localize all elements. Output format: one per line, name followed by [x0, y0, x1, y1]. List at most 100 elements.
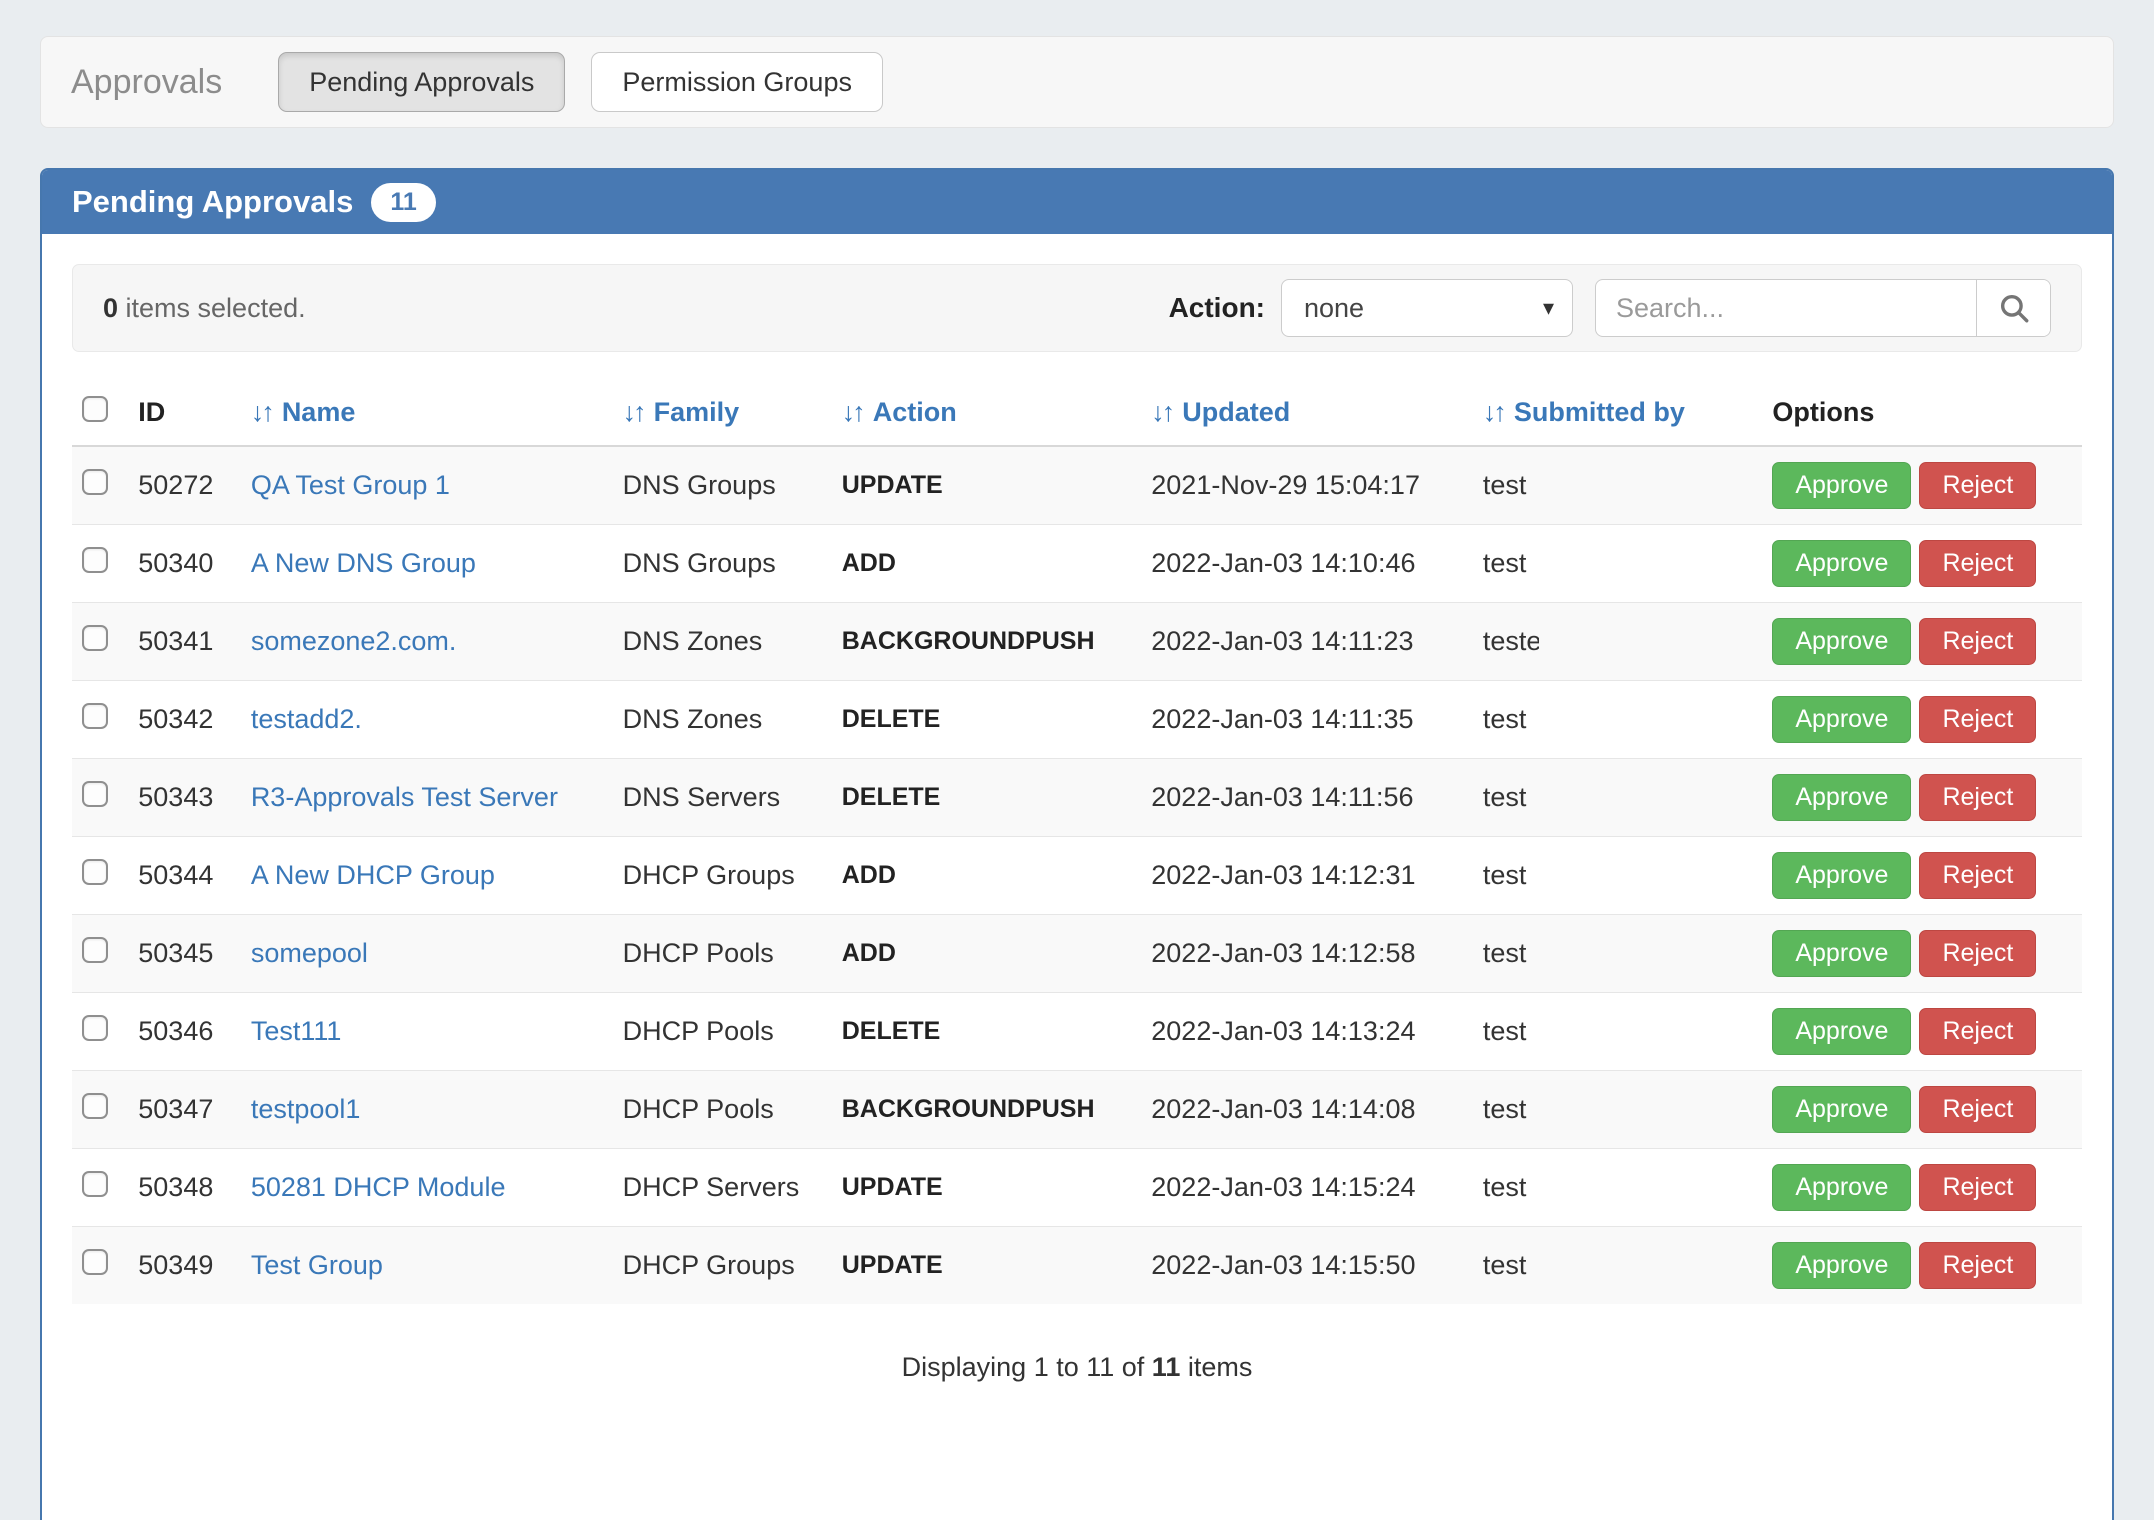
row-checkbox[interactable]: [82, 1015, 108, 1041]
name-link[interactable]: R3-Approvals Test Server: [251, 782, 558, 812]
cell-name: somepool: [241, 915, 613, 993]
cell-id: 50346: [128, 993, 241, 1071]
cell-id: 50272: [128, 446, 241, 525]
reject-button[interactable]: Reject: [1919, 774, 2036, 821]
name-link[interactable]: testpool1: [251, 1094, 361, 1124]
row-checkbox[interactable]: [82, 1093, 108, 1119]
col-header-options: Options: [1762, 386, 2082, 446]
cell-action: DELETE: [832, 993, 1142, 1071]
approve-button[interactable]: Approve: [1772, 930, 1911, 977]
pending-approvals-panel: Pending Approvals 11 0 items selected. A…: [40, 168, 2114, 1520]
col-header-updated[interactable]: ↓↑Updated: [1141, 386, 1473, 446]
approve-button[interactable]: Approve: [1772, 1164, 1911, 1211]
cell-id: 50347: [128, 1071, 241, 1149]
cell-action: DELETE: [832, 681, 1142, 759]
selected-count: 0: [103, 293, 118, 323]
reject-button[interactable]: Reject: [1919, 1008, 2036, 1055]
approve-button[interactable]: Approve: [1772, 462, 1911, 509]
name-link[interactable]: somepool: [251, 938, 368, 968]
cell-submitted-by: test: [1473, 993, 1762, 1071]
table-row: 50349Test GroupDHCP GroupsUPDATE2022-Jan…: [72, 1227, 2082, 1305]
search-button[interactable]: [1976, 280, 2050, 336]
cell-name: somezone2.com.: [241, 603, 613, 681]
row-checkbox[interactable]: [82, 781, 108, 807]
cell-family: DHCP Groups: [613, 837, 832, 915]
row-checkbox[interactable]: [82, 1249, 108, 1275]
approve-button[interactable]: Approve: [1772, 1086, 1911, 1133]
row-checkbox[interactable]: [82, 703, 108, 729]
col-header-name[interactable]: ↓↑Name: [241, 386, 613, 446]
reject-button[interactable]: Reject: [1919, 462, 2036, 509]
name-link[interactable]: Test Group: [251, 1250, 383, 1280]
cell-updated: 2022-Jan-03 14:11:23: [1141, 603, 1473, 681]
col-label-name: Name: [282, 397, 356, 427]
col-header-family[interactable]: ↓↑Family: [613, 386, 832, 446]
reject-button[interactable]: Reject: [1919, 1164, 2036, 1211]
cell-family: DHCP Pools: [613, 993, 832, 1071]
approve-button[interactable]: Approve: [1772, 774, 1911, 821]
name-link[interactable]: A New DHCP Group: [251, 860, 495, 890]
col-header-action[interactable]: ↓↑Action: [832, 386, 1142, 446]
reject-button[interactable]: Reject: [1919, 696, 2036, 743]
approve-button[interactable]: Approve: [1772, 1008, 1911, 1055]
name-link[interactable]: QA Test Group 1: [251, 470, 450, 500]
approve-button[interactable]: Approve: [1772, 540, 1911, 587]
reject-button[interactable]: Reject: [1919, 930, 2036, 977]
reject-button[interactable]: Reject: [1919, 618, 2036, 665]
cell-action: ADD: [832, 915, 1142, 993]
pagination-status: Displaying 1 to 11 of 11 items: [72, 1352, 2082, 1520]
name-link[interactable]: 50281 DHCP Module: [251, 1172, 506, 1202]
approve-button[interactable]: Approve: [1772, 618, 1911, 665]
cell-id: 50349: [128, 1227, 241, 1305]
caret-down-icon: ▾: [1543, 295, 1554, 321]
cell-updated: 2021-Nov-29 15:04:17: [1141, 446, 1473, 525]
approve-button[interactable]: Approve: [1772, 696, 1911, 743]
tab-permission-groups[interactable]: Permission Groups: [591, 52, 883, 112]
reject-button[interactable]: Reject: [1919, 852, 2036, 899]
col-header-submitted_by[interactable]: ↓↑Submitted by: [1473, 386, 1762, 446]
reject-button[interactable]: Reject: [1919, 1086, 2036, 1133]
action-select[interactable]: none ▾: [1281, 279, 1573, 337]
search-group: [1595, 279, 2051, 337]
cell-action: UPDATE: [832, 1227, 1142, 1305]
search-input[interactable]: [1596, 280, 1976, 336]
reject-button[interactable]: Reject: [1919, 540, 2036, 587]
submitted-by-text: test: [1483, 1016, 1527, 1046]
approve-button[interactable]: Approve: [1772, 852, 1911, 899]
name-link[interactable]: Test111: [251, 1016, 342, 1046]
table-row: 50341somezone2.com.DNS ZonesBACKGROUNDPU…: [72, 603, 2082, 681]
name-link[interactable]: A New DNS Group: [251, 548, 476, 578]
submitted-by-text: test: [1483, 938, 1527, 968]
cell-options: ApproveReject: [1762, 837, 2082, 915]
table-row: 50340A New DNS GroupDNS GroupsADD2022-Ja…: [72, 525, 2082, 603]
name-link[interactable]: testadd2.: [251, 704, 362, 734]
col-label-options: Options: [1772, 397, 1874, 427]
pagination-prefix: Displaying 1 to 11 of: [902, 1352, 1152, 1382]
cell-id: 50348: [128, 1149, 241, 1227]
cell-action: BACKGROUNDPUSH: [832, 1071, 1142, 1149]
row-checkbox[interactable]: [82, 937, 108, 963]
cell-name: A New DHCP Group: [241, 837, 613, 915]
reject-button[interactable]: Reject: [1919, 1242, 2036, 1289]
cell-family: DHCP Servers: [613, 1149, 832, 1227]
cell-family: DNS Groups: [613, 525, 832, 603]
top-bar: Approvals Pending Approvals Permission G…: [40, 36, 2114, 128]
row-checkbox[interactable]: [82, 547, 108, 573]
table-row: 50344A New DHCP GroupDHCP GroupsADD2022-…: [72, 837, 2082, 915]
cell-family: DNS Groups: [613, 446, 832, 525]
name-link[interactable]: somezone2.com.: [251, 626, 457, 656]
tab-pending-approvals[interactable]: Pending Approvals: [278, 52, 565, 112]
row-checkbox[interactable]: [82, 1171, 108, 1197]
row-checkbox[interactable]: [82, 469, 108, 495]
cell-submitted-by: test: [1473, 1149, 1762, 1227]
cell-options: ApproveReject: [1762, 446, 2082, 525]
row-checkbox[interactable]: [82, 625, 108, 651]
approve-button[interactable]: Approve: [1772, 1242, 1911, 1289]
table-row: 50272QA Test Group 1DNS GroupsUPDATE2021…: [72, 446, 2082, 525]
approvals-table: ID↓↑Name↓↑Family↓↑Action↓↑Updated↓↑Submi…: [72, 386, 2082, 1304]
cell-family: DNS Servers: [613, 759, 832, 837]
select-all-checkbox[interactable]: [82, 396, 108, 422]
row-checkbox[interactable]: [82, 859, 108, 885]
cell-updated: 2022-Jan-03 14:12:58: [1141, 915, 1473, 993]
cell-options: ApproveReject: [1762, 1071, 2082, 1149]
